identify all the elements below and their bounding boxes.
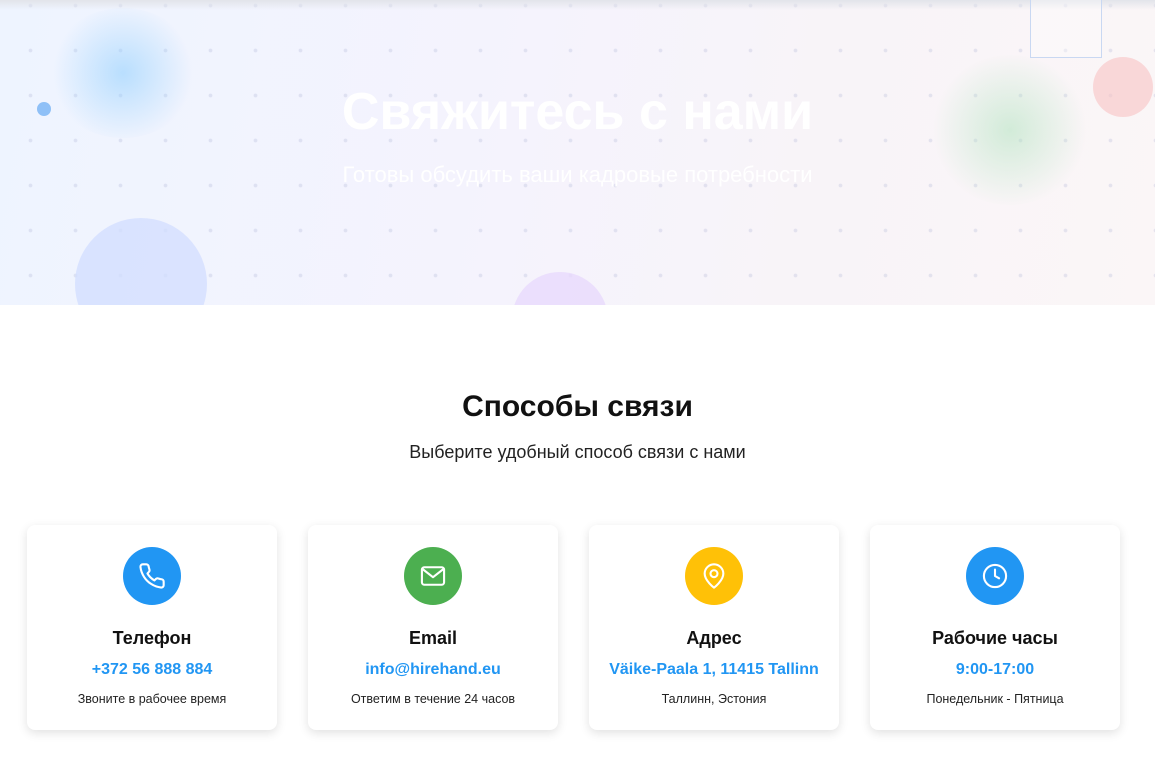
card-note: Ответим в течение 24 часов xyxy=(350,692,516,706)
contact-card-hours: Рабочие часы 9:00-17:00 Понедельник - Пя… xyxy=(870,525,1120,730)
card-title: Email xyxy=(408,628,458,648)
phone-link[interactable]: +372 56 888 884 xyxy=(27,661,277,679)
hero-title: Свяжитесь с нами xyxy=(341,83,814,141)
card-note: Звоните в рабочее время xyxy=(77,692,227,706)
card-title: Адрес xyxy=(686,628,742,648)
header-shadow xyxy=(0,0,1155,10)
envelope-icon xyxy=(420,566,446,586)
contact-card-email: Email info@hirehand.eu Ответим в течение… xyxy=(308,525,558,730)
phone-icon-circle xyxy=(123,547,181,605)
hero-banner: Свяжитесь с нами Готовы обсудить ваши ка… xyxy=(0,0,1155,305)
contact-card-address: Адрес Väike-Paala 1, 11415 Tallinn Талли… xyxy=(589,525,839,730)
map-pin-icon-circle xyxy=(685,547,743,605)
decorative-circle xyxy=(512,272,608,305)
clock-icon-circle xyxy=(966,547,1024,605)
section-title: Способы связи xyxy=(462,390,693,423)
decorative-square xyxy=(1030,0,1102,58)
card-note: Таллинн, Эстония xyxy=(661,692,767,706)
hours-value: 9:00-17:00 xyxy=(955,661,1035,678)
card-title: Рабочие часы xyxy=(932,628,1058,648)
section-subtitle: Выберите удобный способ связи с нами xyxy=(409,442,746,462)
envelope-icon-circle xyxy=(404,547,462,605)
phone-icon xyxy=(139,563,165,589)
address-link[interactable]: Väike-Paala 1, 11415 Tallinn xyxy=(589,661,839,679)
map-pin-icon xyxy=(703,563,725,589)
clock-icon xyxy=(982,563,1008,589)
email-link[interactable]: info@hirehand.eu xyxy=(308,661,558,679)
hero-subtitle: Готовы обсудить ваши кадровые потребност… xyxy=(342,162,813,187)
decorative-circle xyxy=(75,218,207,305)
contact-card-phone: Телефон +372 56 888 884 Звоните в рабоче… xyxy=(27,525,277,730)
card-title: Телефон xyxy=(112,628,192,648)
card-note: Понедельник - Пятница xyxy=(926,692,1064,706)
